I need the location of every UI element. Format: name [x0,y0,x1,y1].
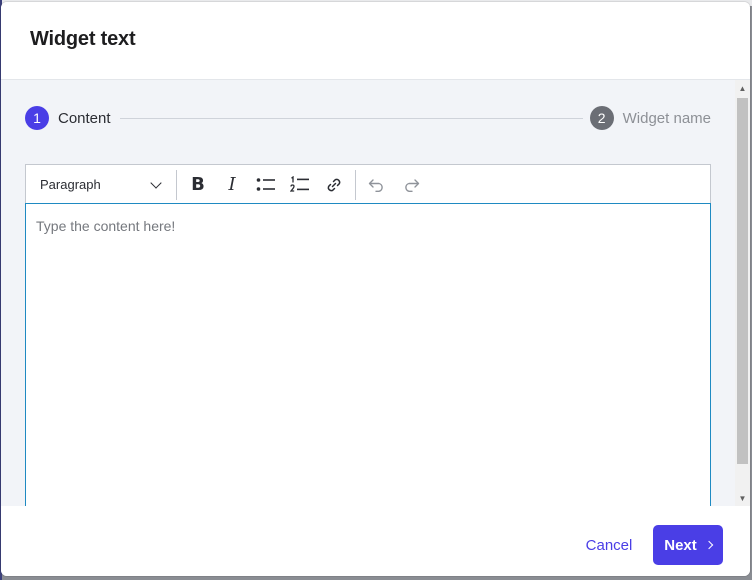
redo-icon [405,178,420,192]
next-button-label: Next [664,536,697,554]
step-content: 1 Content [25,106,111,130]
dialog-header: Widget text [1,2,750,80]
bold-button[interactable]: B [181,169,215,201]
format-select-value: Paragraph [40,177,101,192]
toolbar-divider [355,169,356,200]
scrollbar-thumb[interactable] [737,98,748,464]
scroll-up-arrow-icon[interactable]: ▲ [735,80,750,96]
chevron-right-icon [704,540,713,550]
stepper: 1 Content 2 Widget name [25,106,711,130]
step-label: Content [58,109,111,127]
cancel-button[interactable]: Cancel [575,525,643,565]
content-placeholder: Type the content here! [36,218,176,234]
widget-text-dialog: Widget text 1 Content 2 Widget name Para… [1,2,750,576]
bulleted-list-button[interactable] [249,169,283,201]
italic-button[interactable]: I [215,169,249,201]
rich-text-editor: Paragraph B I Type the content here! [25,164,711,506]
content-editable-area[interactable]: Type the content here! [25,203,711,506]
body-scrollbar[interactable]: ▲ ▼ [735,80,750,506]
italic-icon: I [228,174,236,195]
numbered-list-button[interactable] [283,169,317,201]
link-button[interactable] [317,169,351,201]
stepper-connector-line [120,118,583,119]
step-label: Widget name [622,109,711,127]
redo-button[interactable] [394,169,428,201]
next-button[interactable]: Next [653,525,723,565]
bold-icon: B [191,174,205,195]
bulleted-list-icon [256,177,275,191]
step-number-badge: 1 [25,106,49,130]
numbered-list-icon [290,175,309,192]
scroll-down-arrow-icon[interactable]: ▼ [735,490,750,506]
toolbar-divider [176,169,177,200]
step-number-badge: 2 [589,106,614,130]
cancel-button-label: Cancel [585,536,633,554]
dialog-footer: Cancel Next [1,506,750,576]
dialog-title: Widget text [30,28,136,50]
paragraph-format-dropdown[interactable]: Paragraph [26,165,172,205]
editor-toolbar: Paragraph B I [25,164,711,204]
chevron-down-icon [150,176,162,189]
undo-button[interactable] [360,169,394,201]
link-icon [327,178,341,191]
step-widget-name: 2 Widget name [589,106,711,130]
dialog-body: 1 Content 2 Widget name Paragraph B I Ty… [1,80,750,506]
undo-icon [368,178,383,192]
